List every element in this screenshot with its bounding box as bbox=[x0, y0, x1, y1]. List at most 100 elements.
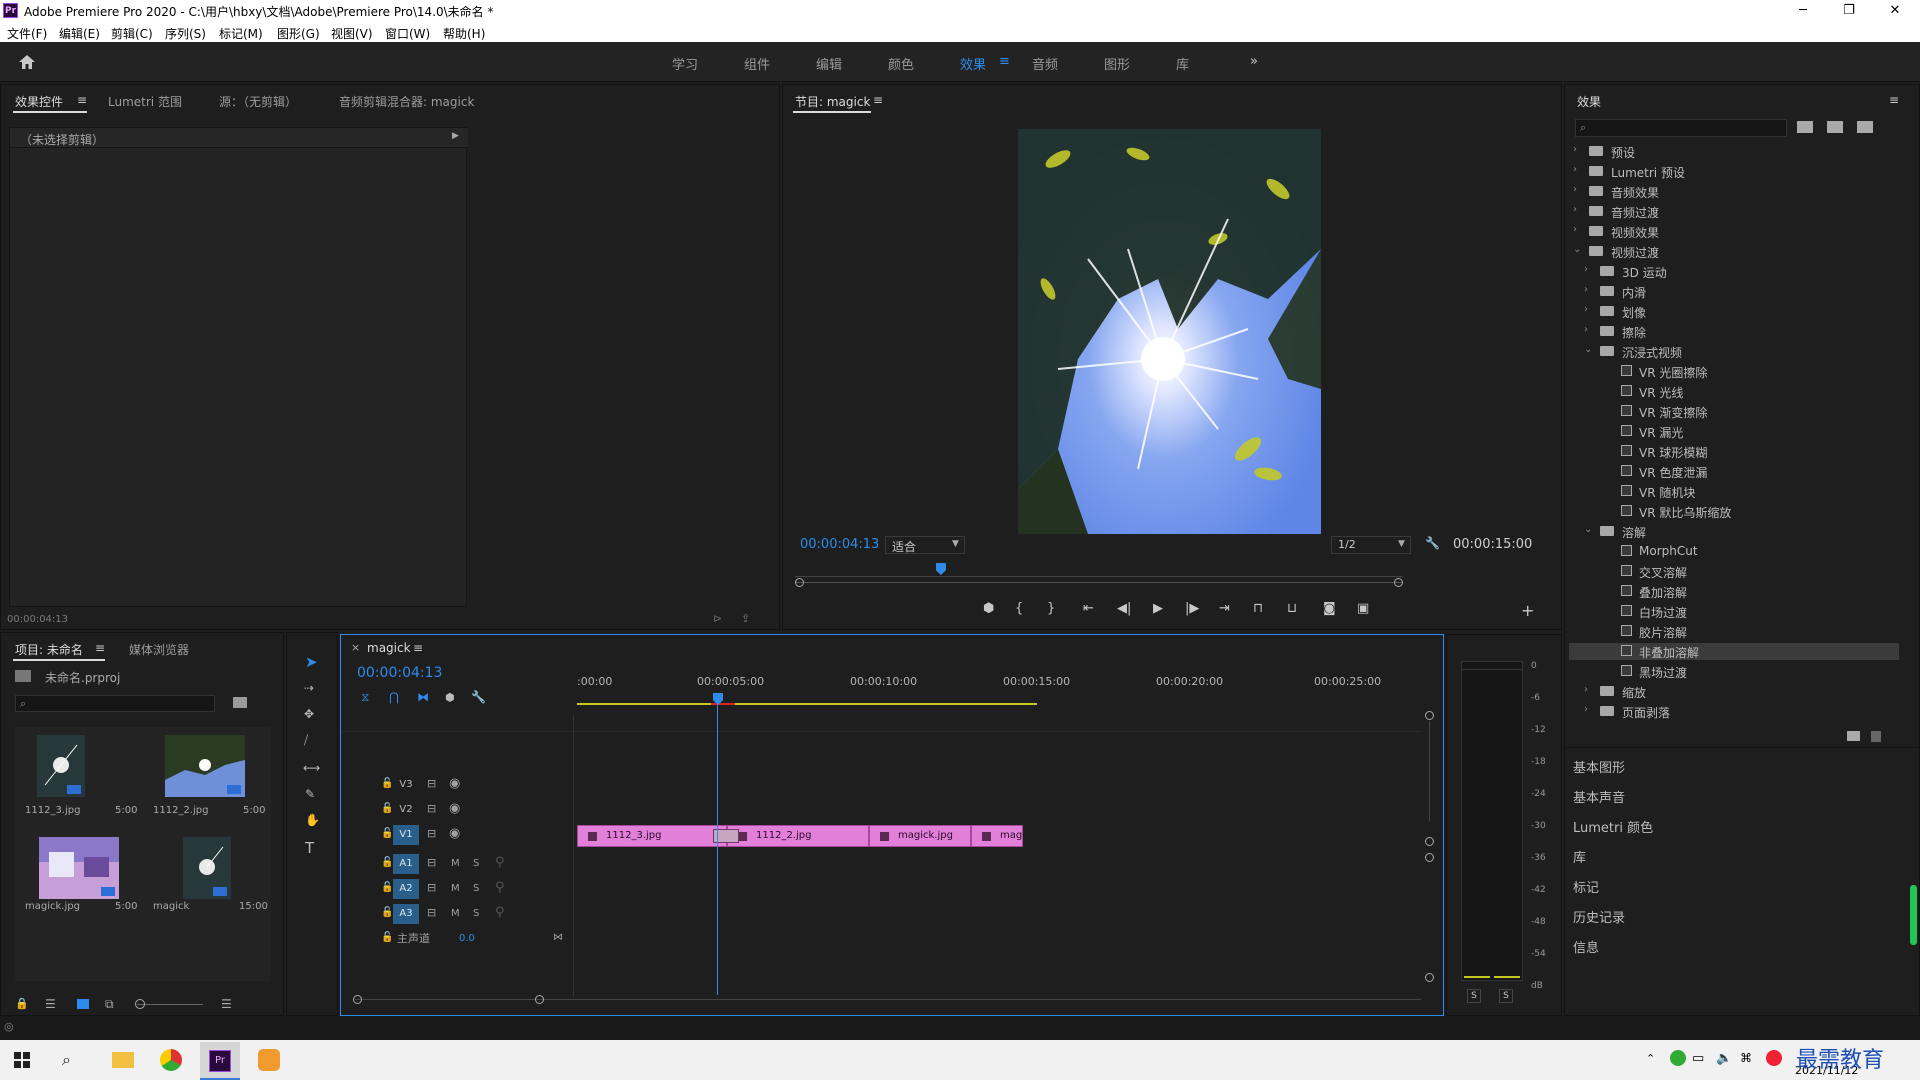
solo-left-button[interactable]: S bbox=[1467, 989, 1481, 1003]
effects-item[interactable]: › 音频过渡 bbox=[1569, 203, 1899, 220]
project-search-input[interactable]: ⌕ bbox=[15, 695, 215, 712]
track-target-badge[interactable]: A1 bbox=[393, 854, 419, 874]
collapsed-panel-tab[interactable]: Lumetri 颜色 bbox=[1573, 817, 1653, 836]
sync-lock-icon[interactable]: ⊟ bbox=[427, 881, 436, 895]
track-select-tool-icon[interactable]: ⇢ bbox=[304, 681, 314, 695]
sync-lock-icon[interactable]: ⊟ bbox=[427, 777, 436, 791]
solo-button[interactable]: S bbox=[473, 882, 479, 896]
add-button-icon[interactable]: + bbox=[1521, 601, 1534, 620]
add-marker-icon[interactable]: ⬢ bbox=[983, 601, 994, 616]
tray-app-icon[interactable] bbox=[1670, 1050, 1686, 1066]
collapsed-panel-tab[interactable]: 库 bbox=[1573, 847, 1586, 866]
effects-item[interactable]: VR 默比乌斯缩放 bbox=[1569, 503, 1899, 520]
linked-selection-icon[interactable]: ⧓ bbox=[417, 690, 429, 704]
effects-item[interactable]: ⌄ 视频过渡 bbox=[1569, 243, 1899, 260]
vertical-scroll-handle[interactable] bbox=[1425, 837, 1434, 846]
mark-out-icon[interactable]: } bbox=[1047, 601, 1055, 616]
collapsed-panel-tab[interactable]: 基本图形 bbox=[1573, 757, 1625, 776]
export-frame-icon[interactable]: ⇪ bbox=[741, 612, 750, 625]
workspace-color[interactable]: 颜色 bbox=[888, 54, 914, 73]
workspace-audio[interactable]: 音频 bbox=[1032, 54, 1058, 73]
track-lock-icon[interactable]: 🔓 bbox=[381, 802, 393, 816]
chevron-right-icon[interactable]: › bbox=[1573, 224, 1577, 235]
chevron-right-icon[interactable]: › bbox=[1584, 704, 1588, 715]
workspace-learn[interactable]: 学习 bbox=[672, 54, 698, 73]
go-to-end-icon[interactable]: ⋈ bbox=[553, 931, 563, 945]
chevron-right-icon[interactable]: › bbox=[1573, 204, 1577, 215]
chevron-down-icon[interactable]: ⌄ bbox=[1573, 244, 1581, 255]
fit-dropdown[interactable]: 适合 ▼ bbox=[885, 536, 965, 554]
menu-graphics[interactable]: 图形(G) bbox=[277, 25, 320, 42]
ripple-edit-tool-icon[interactable]: ✥ bbox=[304, 707, 314, 721]
selection-tool-icon[interactable]: ➤ bbox=[305, 653, 318, 671]
nest-toggle-icon[interactable]: ⧖ bbox=[361, 690, 369, 705]
chevron-right-icon[interactable]: › bbox=[1573, 164, 1577, 175]
zoom-handle-left[interactable] bbox=[795, 578, 804, 587]
chevron-right-icon[interactable]: › bbox=[1584, 304, 1588, 315]
microphone-icon[interactable]: ⚲ bbox=[495, 881, 505, 895]
chevron-right-icon[interactable]: › bbox=[1584, 324, 1588, 335]
volume-icon[interactable]: 🔈 bbox=[1716, 1051, 1732, 1066]
workspace-libraries[interactable]: 库 bbox=[1176, 54, 1189, 73]
play-icon[interactable]: ▶ bbox=[1153, 601, 1163, 616]
track-target-badge[interactable]: V2 bbox=[393, 800, 419, 820]
go-to-in-icon[interactable]: ⇤ bbox=[1083, 601, 1094, 616]
timeline-clip[interactable]: 1112_2.jpg bbox=[727, 825, 869, 847]
add-marker-icon[interactable]: ⬢ bbox=[445, 691, 455, 704]
track-lock-icon[interactable]: 🔓 bbox=[381, 931, 393, 945]
effects-item[interactable]: 叠加溶解 bbox=[1569, 583, 1899, 600]
effects-menu-icon[interactable]: ≡ bbox=[1889, 93, 1899, 107]
workspace-editing[interactable]: 编辑 bbox=[816, 54, 842, 73]
sequence-menu-icon[interactable]: ≡ bbox=[413, 641, 423, 655]
effects-item[interactable]: › 内滑 bbox=[1569, 283, 1899, 300]
effects-item[interactable]: ⌄ 溶解 bbox=[1569, 523, 1899, 540]
tab-lumetri-scopes[interactable]: Lumetri 范围 bbox=[108, 93, 182, 110]
new-bin-folder-icon[interactable] bbox=[1847, 731, 1860, 741]
tab-source[interactable]: 源：（无剪辑） bbox=[219, 93, 297, 110]
vertical-scroll-handle[interactable] bbox=[1425, 973, 1434, 982]
effects-item[interactable]: › 音频效果 bbox=[1569, 183, 1899, 200]
effects-item[interactable]: 胶片溶解 bbox=[1569, 623, 1899, 640]
pen-tool-icon[interactable]: ✎ bbox=[305, 787, 315, 801]
menu-file[interactable]: 文件(F) bbox=[7, 25, 47, 42]
type-tool-icon[interactable]: T bbox=[305, 839, 314, 857]
menu-clip[interactable]: 剪辑(C) bbox=[111, 25, 153, 42]
program-preview-image[interactable] bbox=[1018, 129, 1321, 534]
timeline-clip[interactable]: magick.jpg bbox=[869, 825, 971, 847]
effects-item[interactable]: › 预设 bbox=[1569, 143, 1899, 160]
collapsed-panel-tab[interactable]: 历史记录 bbox=[1573, 907, 1625, 926]
track-target-badge[interactable]: V1 bbox=[393, 825, 419, 845]
mark-in-icon[interactable]: { bbox=[1015, 601, 1023, 616]
timeline-settings-icon[interactable]: 🔧 bbox=[471, 690, 486, 704]
track-lock-icon[interactable]: 🔓 bbox=[381, 827, 393, 841]
master-volume-value[interactable]: 0.0 bbox=[459, 932, 475, 946]
effects-item[interactable]: › 擦除 bbox=[1569, 323, 1899, 340]
effects-item[interactable]: VR 随机块 bbox=[1569, 483, 1899, 500]
effects-item[interactable]: › 划像 bbox=[1569, 303, 1899, 320]
mute-button[interactable]: M bbox=[451, 882, 460, 896]
razor-tool-icon[interactable]: ⧸ bbox=[304, 733, 308, 748]
effects-item[interactable]: › Lumetri 预设 bbox=[1569, 163, 1899, 180]
solo-button[interactable]: S bbox=[473, 857, 479, 871]
sequence-tab[interactable]: magick bbox=[367, 641, 411, 655]
vertical-scrollbar-video[interactable] bbox=[1429, 721, 1430, 821]
tab-project[interactable]: 项目: 未命名 bbox=[15, 641, 83, 658]
effects-item[interactable]: 交叉溶解 bbox=[1569, 563, 1899, 580]
minimize-icon[interactable]: ─ bbox=[1780, 0, 1826, 22]
track-lock-icon[interactable]: 🔓 bbox=[381, 777, 393, 791]
track-lock-icon[interactable]: 🔓 bbox=[381, 906, 393, 920]
tab-audio-clip-mixer[interactable]: 音频剪辑混合器: magick bbox=[339, 93, 474, 110]
effects-item[interactable]: › 视频效果 bbox=[1569, 223, 1899, 240]
horizontal-scrollbar[interactable] bbox=[355, 999, 1421, 1000]
workspace-assembly[interactable]: 组件 bbox=[744, 54, 770, 73]
h-scroll-handle-left[interactable] bbox=[353, 995, 362, 1004]
effects-item[interactable]: 非叠加溶解 bbox=[1569, 643, 1899, 660]
effects-item[interactable]: › 缩放 bbox=[1569, 683, 1899, 700]
delete-trash-icon[interactable] bbox=[1871, 731, 1881, 742]
sync-lock-icon[interactable]: ⊟ bbox=[427, 856, 436, 870]
compare-view-icon[interactable]: ▣ bbox=[1357, 601, 1369, 616]
icon-view-icon[interactable] bbox=[77, 999, 89, 1009]
bin-thumb-1112-2[interactable] bbox=[165, 735, 245, 797]
eye-icon[interactable]: ◉ bbox=[449, 777, 460, 791]
workspace-effects[interactable]: 效果 bbox=[960, 54, 986, 73]
